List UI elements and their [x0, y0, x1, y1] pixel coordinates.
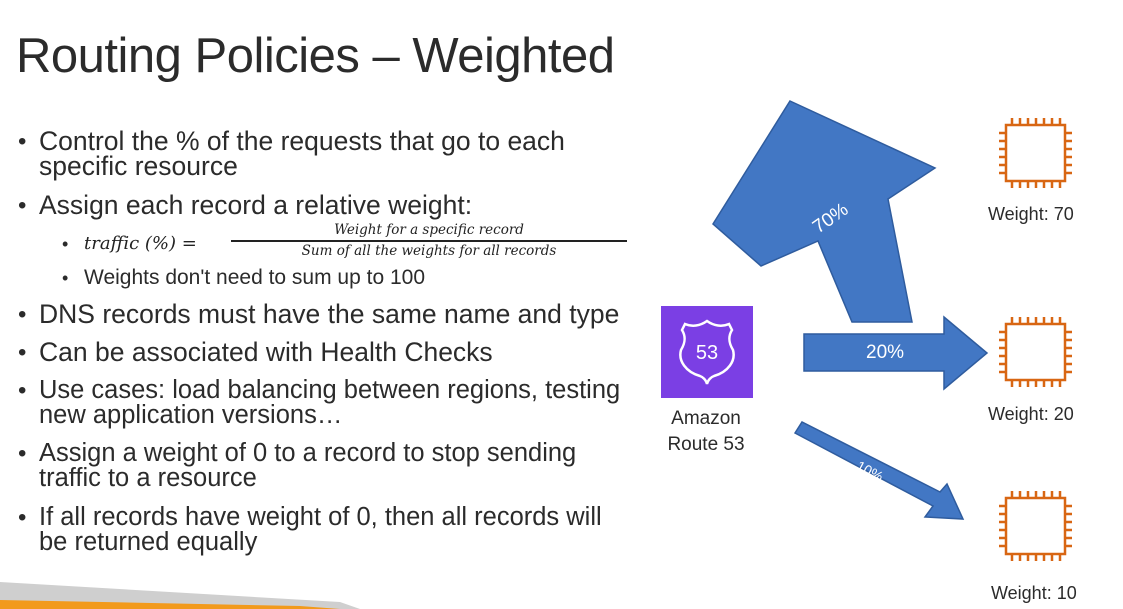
route53-badge-text: 53: [695, 342, 719, 364]
ec2-chip-icon: [999, 118, 1072, 188]
ec2-chip-icon: [999, 317, 1072, 387]
route53-label: Amazon Route 53: [667, 408, 745, 455]
routing-diagram: [661, 100, 1072, 561]
weight-label-20: Weight: 20: [988, 404, 1074, 424]
weight-label-70: Weight: 70: [988, 204, 1074, 224]
footer-accent-bar: [0, 582, 360, 609]
arrow-label-20: 20%: [866, 342, 905, 363]
weight-label-10: Weight: 10: [991, 583, 1077, 603]
ec2-chip-icon: [999, 491, 1072, 561]
